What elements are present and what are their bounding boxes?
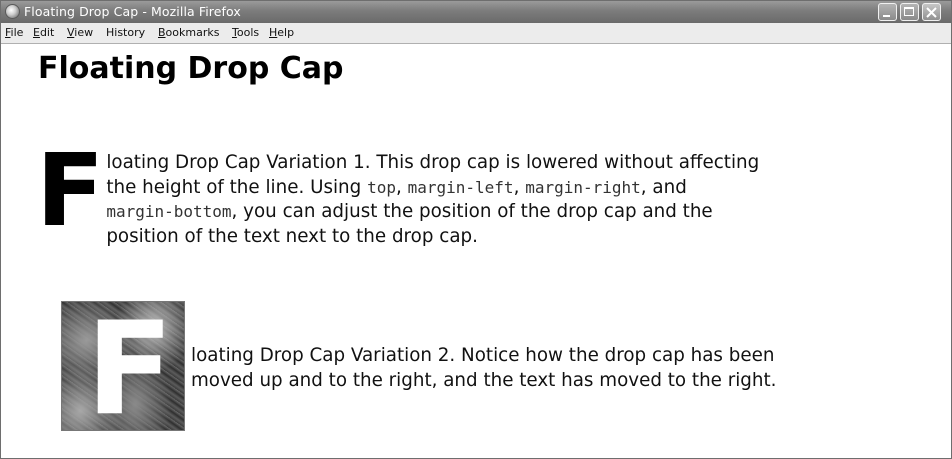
maximize-button[interactable] — [900, 3, 919, 21]
firefox-icon — [5, 4, 20, 19]
window-title: Floating Drop Cap - Mozilla Firefox — [24, 4, 241, 19]
drop-cap-2-image: F — [61, 301, 185, 431]
menu-file-label: ile — [10, 26, 24, 39]
menu-edit-mnemonic: E — [33, 26, 40, 39]
variation-1-line-1: loating Drop Cap Variation 1. This drop … — [106, 152, 760, 173]
separator: , — [395, 176, 408, 198]
title-bar[interactable]: Floating Drop Cap - Mozilla Firefox — [1, 1, 951, 23]
close-button[interactable] — [922, 3, 941, 21]
variation-1-text: , you can adjust the position of the dro… — [231, 201, 713, 222]
drop-cap-variation-1: F loating Drop Cap Variation 1. This dro… — [36, 132, 941, 249]
menu-file[interactable]: File — [5, 26, 23, 39]
page-heading: Floating Drop Cap — [38, 51, 344, 86]
separator: , and — [640, 176, 687, 198]
code-margin-right: margin-right — [525, 177, 641, 197]
code-top: top — [367, 177, 396, 197]
menu-help-label: elp — [277, 26, 295, 39]
menu-edit-label: dit — [39, 26, 55, 39]
drop-cap-1: F — [36, 132, 105, 249]
variation-1-line-2: the height of the line. Using top, margi… — [36, 176, 941, 201]
menu-edit[interactable]: Edit — [33, 26, 54, 39]
variation-2-text: loating Drop Cap Variation 2. Notice how… — [191, 344, 951, 393]
menu-bookmarks-mnemonic: B — [158, 26, 166, 39]
menu-bookmarks-label: ookmarks — [165, 26, 220, 39]
code-margin-left: margin-left — [407, 177, 514, 197]
menu-history-label: History — [106, 26, 146, 39]
code-margin-bottom: margin-bottom — [106, 202, 232, 221]
menu-tools[interactable]: Tools — [232, 26, 259, 39]
separator: , — [513, 176, 526, 198]
menu-bar: File Edit View History Bookmarks Tools H… — [1, 23, 951, 63]
menu-view-label: iew — [74, 26, 94, 39]
drop-cap-2: F — [86, 301, 174, 431]
close-icon — [926, 7, 937, 18]
variation-2-line-1: loating Drop Cap Variation 2. Notice how… — [191, 345, 775, 366]
minimize-button[interactable] — [878, 3, 897, 21]
menu-bookmarks[interactable]: Bookmarks — [158, 26, 219, 39]
variation-2-line-2: moved up and to the right, and the text … — [191, 369, 777, 391]
menu-tools-label: ools — [236, 26, 260, 39]
browser-window: Floating Drop Cap - Mozilla Firefox File… — [0, 0, 952, 459]
menu-help[interactable]: Help — [269, 26, 294, 39]
variation-1-text: the height of the line. Using — [106, 176, 368, 198]
menu-view[interactable]: View — [67, 26, 93, 39]
variation-1-line-3: margin-bottom, you can adjust the positi… — [36, 200, 941, 225]
variation-1-line-4: position of the text next to the drop ca… — [106, 225, 478, 247]
menu-history[interactable]: History — [106, 26, 145, 39]
